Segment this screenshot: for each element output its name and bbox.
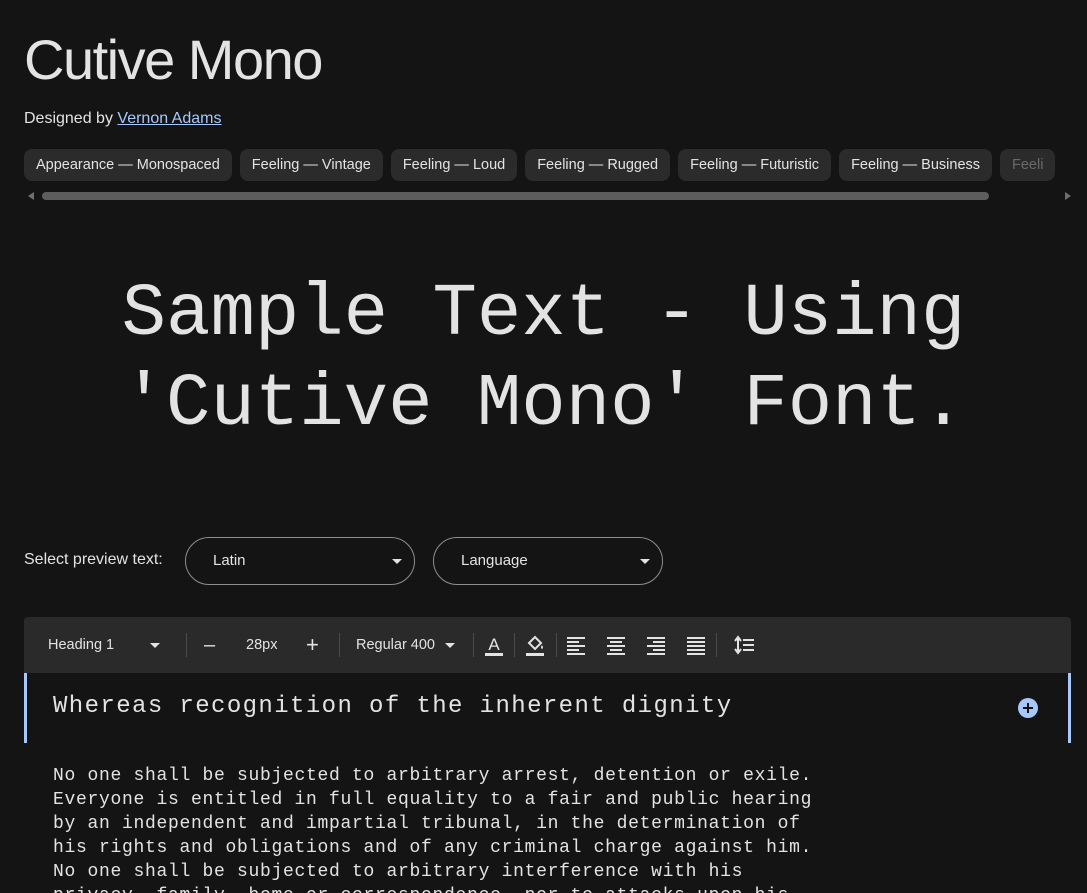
chevron-down-icon xyxy=(392,559,402,564)
tag-chip[interactable]: Feeling — Futuristic xyxy=(678,149,832,181)
sample-text: Sample Text - Using 'Cutive Mono' Font. xyxy=(121,273,966,447)
toolbar-divider xyxy=(716,633,717,657)
tag-chip[interactable]: Feeling — Business xyxy=(839,149,993,181)
font-size-value[interactable]: 28px xyxy=(246,617,277,673)
scrollbar-thumb[interactable] xyxy=(42,192,989,200)
tag-chip[interactable]: Feeling — Loud xyxy=(390,149,518,181)
toolbar-divider xyxy=(514,633,515,657)
chevron-down-icon xyxy=(445,642,456,648)
text-style-dropdown[interactable]: Heading 1 xyxy=(48,617,161,673)
toolbar-divider xyxy=(556,633,557,657)
toolbar-divider xyxy=(186,633,187,657)
toolbar-divider xyxy=(473,633,474,657)
tag-chip-list: Appearance — Monospaced Feeling — Vintage… xyxy=(24,149,1087,181)
align-justify-icon[interactable] xyxy=(682,631,710,659)
designed-by-label: Designed by xyxy=(24,110,113,127)
font-title: Cutive Mono xyxy=(24,28,323,91)
tag-chip[interactable]: Feeli xyxy=(1000,149,1056,181)
script-select-value: Latin xyxy=(213,552,246,569)
font-weight-value: Regular 400 xyxy=(356,637,435,653)
scroll-left-icon[interactable] xyxy=(28,192,34,200)
align-left-icon[interactable] xyxy=(562,631,590,659)
text-style-value: Heading 1 xyxy=(48,637,115,653)
preview-text-label: Select preview text: xyxy=(24,551,163,568)
text-color-icon[interactable]: A xyxy=(480,631,508,659)
language-select[interactable]: Language xyxy=(433,537,663,585)
add-block-icon[interactable] xyxy=(1018,698,1038,718)
chevron-down-icon xyxy=(640,559,650,564)
decrease-size-button[interactable]: – xyxy=(204,617,215,673)
align-right-icon[interactable] xyxy=(642,631,670,659)
script-select[interactable]: Latin xyxy=(185,537,415,585)
scroll-right-icon[interactable] xyxy=(1065,192,1071,200)
align-center-icon[interactable] xyxy=(602,631,630,659)
font-specimen-page: Cutive Mono Designed by Vernon Adams App… xyxy=(0,0,1087,893)
svg-text:A: A xyxy=(488,635,500,654)
designer-link[interactable]: Vernon Adams xyxy=(117,110,221,127)
editor-toolbar: Heading 1 – 28px + Regular 400 A xyxy=(24,617,1071,673)
tag-chip[interactable]: Feeling — Rugged xyxy=(525,149,671,181)
editor-heading-block[interactable]: Whereas recognition of the inherent dign… xyxy=(24,673,1071,743)
line-height-icon[interactable] xyxy=(730,631,758,659)
chevron-down-icon xyxy=(150,642,161,648)
font-weight-dropdown[interactable]: Regular 400 xyxy=(356,617,456,673)
editor-paragraph[interactable]: No one shall be subjected to arbitrary a… xyxy=(53,764,1053,893)
editor-heading-text[interactable]: Whereas recognition of the inherent dign… xyxy=(53,693,733,720)
tag-scrollbar[interactable] xyxy=(24,190,1071,202)
tag-chip[interactable]: Appearance — Monospaced xyxy=(24,149,232,181)
tag-chip[interactable]: Feeling — Vintage xyxy=(239,149,383,181)
toolbar-divider xyxy=(339,633,340,657)
designer-line: Designed by Vernon Adams xyxy=(24,110,221,128)
fill-color-icon[interactable] xyxy=(521,631,549,659)
increase-size-button[interactable]: + xyxy=(306,617,319,673)
language-select-value: Language xyxy=(461,552,528,569)
